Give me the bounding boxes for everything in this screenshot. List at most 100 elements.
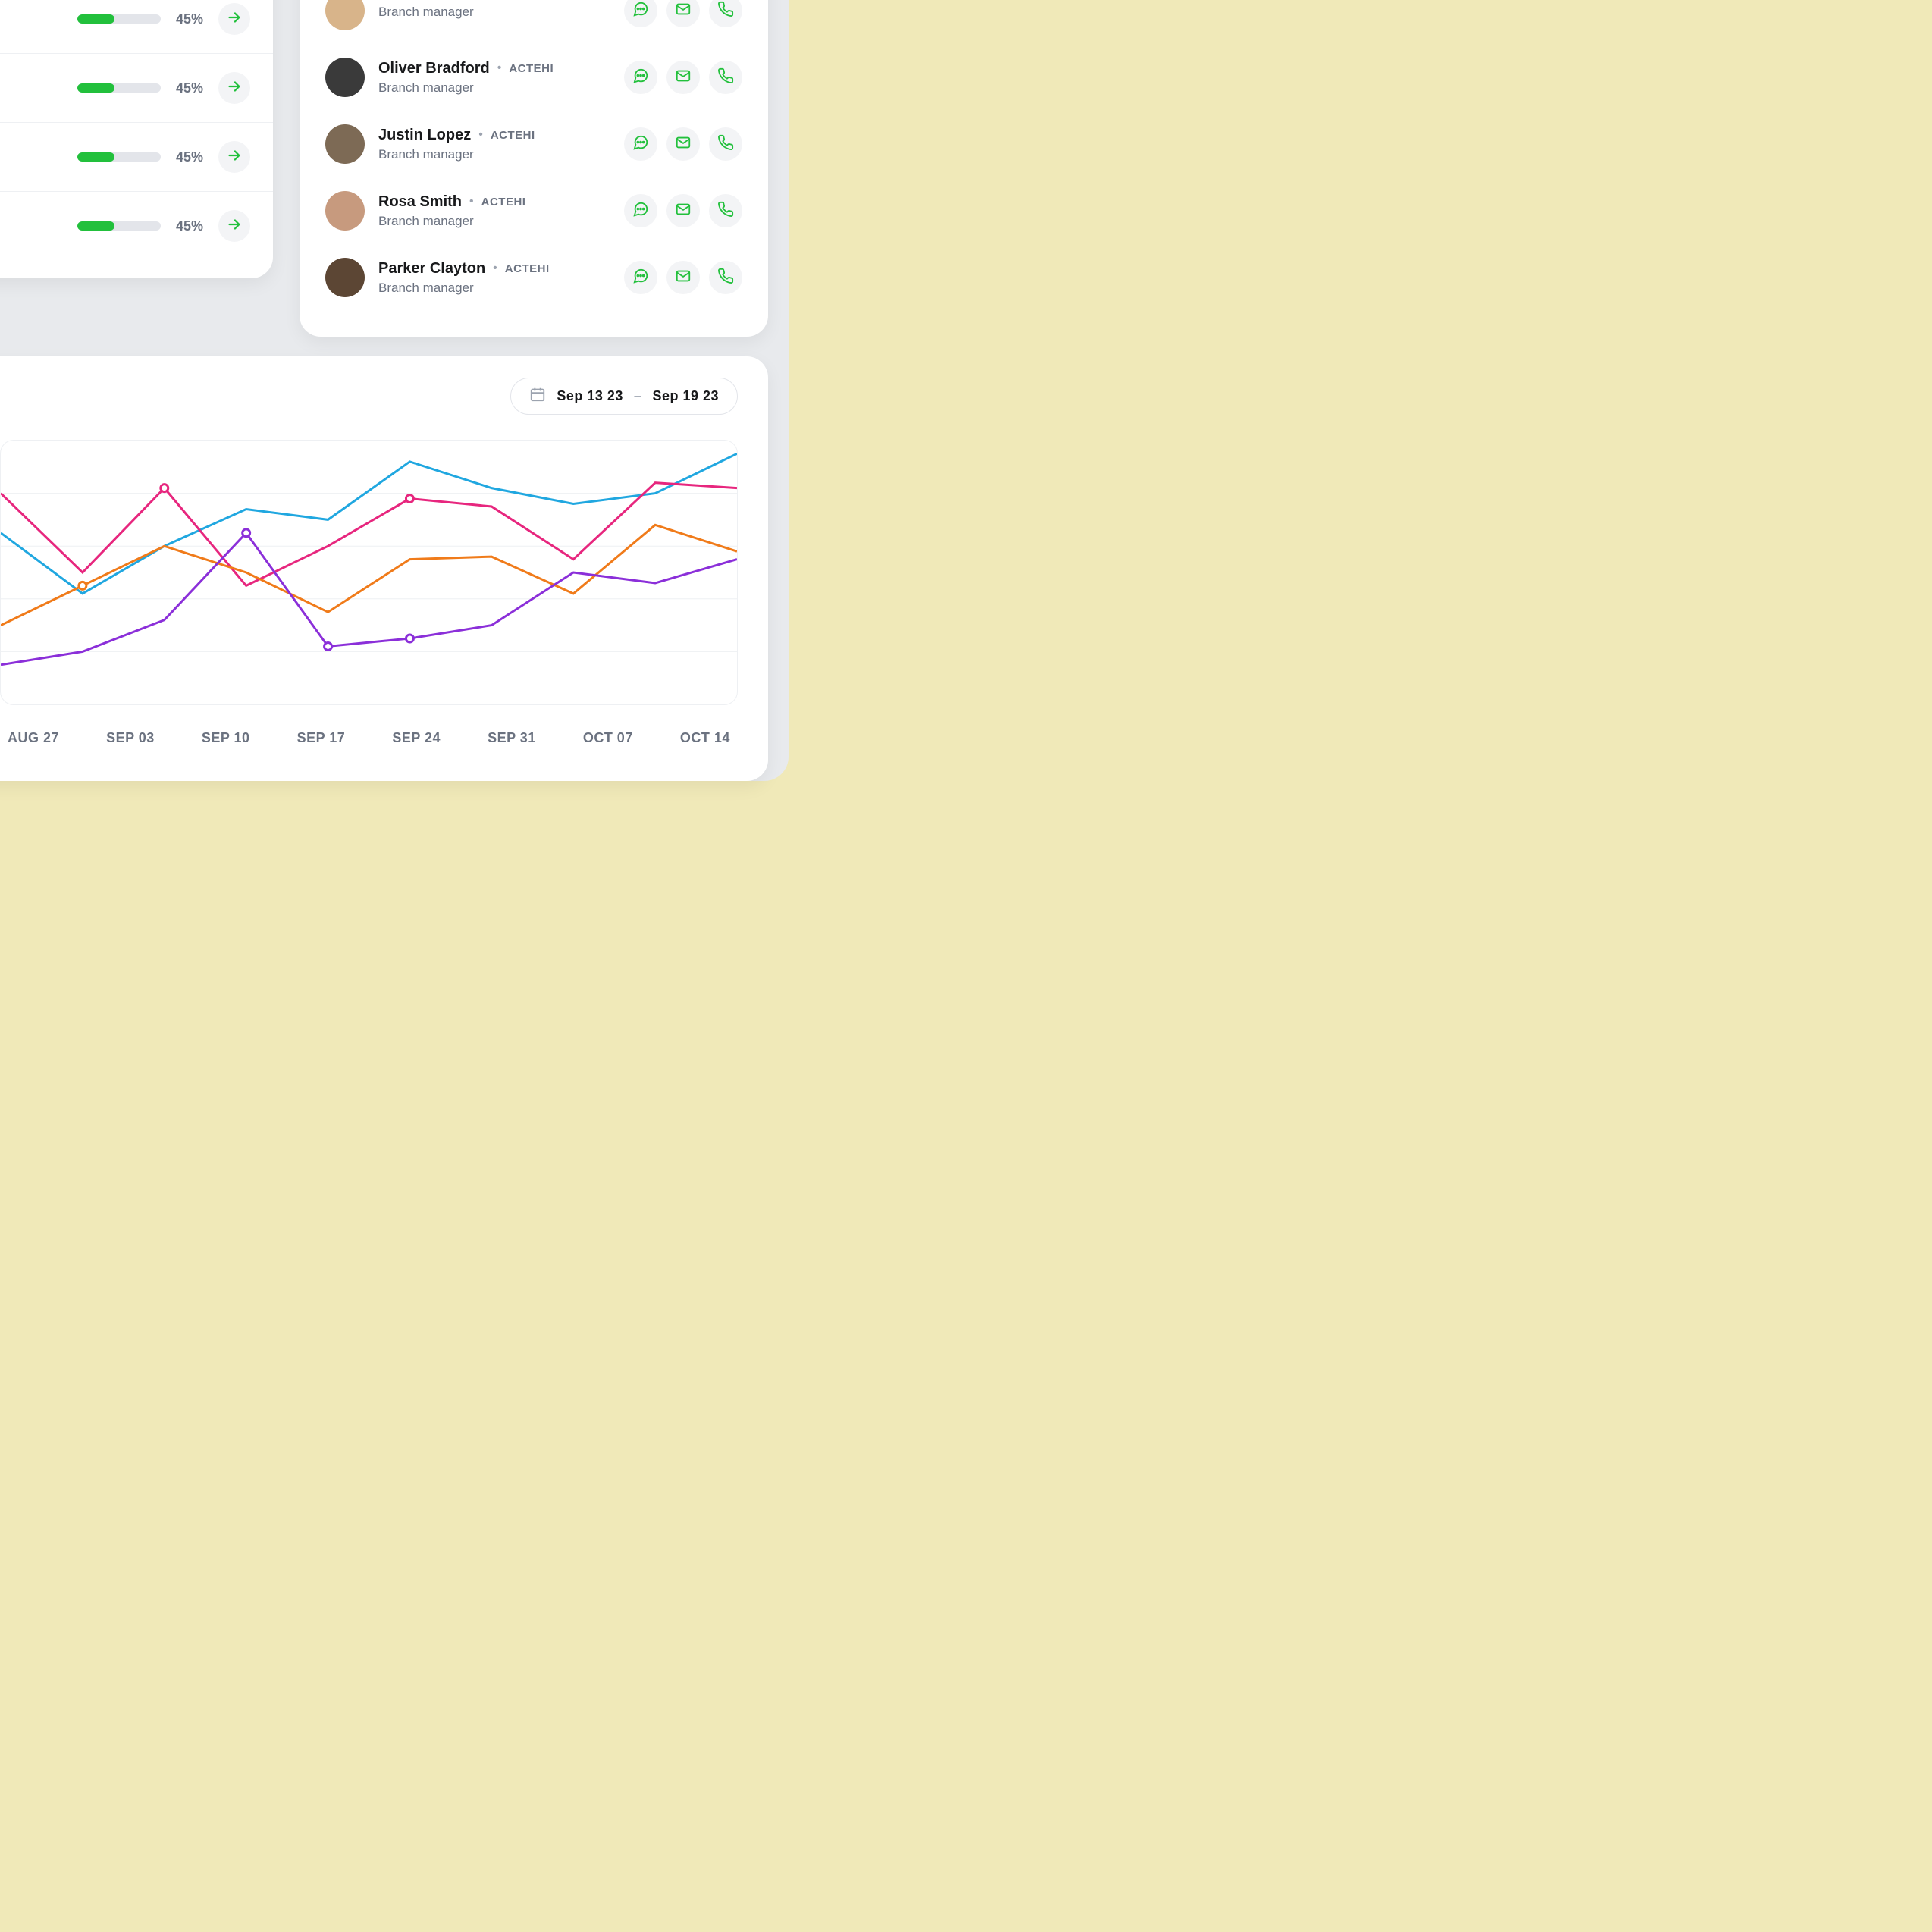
separator-dot: •: [493, 262, 497, 275]
contact-info: Justin Lopez • ACTEHI Branch manager: [378, 127, 610, 162]
phone-icon: [717, 67, 734, 88]
progress-percent: 45%: [176, 80, 203, 96]
mail-icon: [675, 1, 692, 21]
contacts-card: Branch manager Oliver Bradford•ACTEHI Br…: [300, 0, 768, 337]
chart-card: Sep 13 23 – Sep 19 23 AUG 27 SEP 03 SEP 10…: [0, 356, 768, 781]
mail-button[interactable]: [666, 194, 700, 227]
progress-row: 45%: [0, 192, 273, 260]
x-axis-label: AUG 27: [8, 730, 59, 746]
chat-button[interactable]: [624, 127, 657, 161]
x-axis-label: SEP 24: [392, 730, 441, 746]
date-to: Sep 19 23: [652, 388, 719, 404]
progress-arrow-button[interactable]: [218, 3, 250, 35]
chat-icon: [632, 1, 649, 21]
chat-button[interactable]: [624, 261, 657, 294]
x-axis-label: OCT 07: [583, 730, 633, 746]
progress-arrow-button[interactable]: [218, 72, 250, 104]
chart-x-axis: AUG 27SEP 03SEP 10SEP 17SEP 24SEP 31OCT …: [0, 730, 738, 746]
calendar-icon: [529, 386, 546, 406]
chat-icon: [632, 67, 649, 88]
avatar: [325, 191, 365, 231]
phone-button[interactable]: [709, 127, 742, 161]
chart-series-pink: [1, 483, 737, 586]
date-range-picker[interactable]: Sep 13 23 – Sep 19 23: [510, 378, 738, 415]
contact-role: Branch manager: [378, 214, 610, 229]
contact-row: Branch manager: [325, 0, 742, 44]
contact-name: Parker Clayton: [378, 260, 485, 278]
contact-tag: ACTEHI: [509, 62, 554, 75]
chart-series-orange: [1, 525, 737, 625]
arrow-right-icon: [226, 78, 243, 99]
avatar: [325, 124, 365, 164]
progress-bar: [77, 83, 161, 93]
mail-icon: [675, 134, 692, 155]
date-dash: –: [634, 388, 642, 404]
progress-bar: [77, 14, 161, 24]
contact-name: Rosa Smith: [378, 193, 462, 211]
progress-row: 45%: [0, 123, 273, 192]
contact-row: Justin Lopez • ACTEHI Branch manager: [325, 111, 742, 177]
progress-card: 45% 45% 45% 45%: [0, 0, 273, 278]
x-axis-label: OCT 14: [680, 730, 730, 746]
contact-row: Rosa Smith • ACTEHI Branch manager: [325, 177, 742, 244]
chart-marker: [79, 582, 86, 589]
mail-button[interactable]: [666, 261, 700, 294]
contact-name: Oliver Bradford: [378, 60, 490, 77]
chart-plot-area: [0, 440, 738, 705]
contact-role: Branch manager: [378, 281, 610, 296]
mail-button[interactable]: [666, 61, 700, 94]
separator-dot: •: [469, 195, 474, 209]
contact-row: Parker Clayton • ACTEHI Branch manager: [325, 244, 742, 311]
chart-marker: [243, 529, 250, 537]
mail-icon: [675, 268, 692, 288]
chat-button[interactable]: [624, 61, 657, 94]
contact-name: Justin Lopez: [378, 127, 471, 144]
arrow-right-icon: [226, 147, 243, 168]
contact-tag: ACTEHI: [481, 196, 526, 209]
mail-button[interactable]: [666, 127, 700, 161]
contact-info: Branch manager: [378, 2, 610, 20]
avatar: [325, 58, 365, 97]
phone-icon: [717, 1, 734, 21]
avatar: [325, 0, 365, 30]
x-axis-label: SEP 03: [106, 730, 155, 746]
arrow-right-icon: [226, 216, 243, 237]
progress-percent: 45%: [176, 149, 203, 165]
phone-icon: [717, 268, 734, 288]
chat-icon: [632, 134, 649, 155]
progress-row: 45%: [0, 54, 273, 123]
avatar: [325, 258, 365, 297]
contact-info: Parker Clayton • ACTEHI Branch manager: [378, 260, 610, 296]
phone-button[interactable]: [709, 261, 742, 294]
progress-percent: 45%: [176, 11, 203, 27]
arrow-right-icon: [226, 9, 243, 30]
chat-button[interactable]: [624, 194, 657, 227]
separator-dot: •: [478, 128, 483, 142]
chart-marker: [161, 485, 168, 492]
phone-button[interactable]: [709, 0, 742, 27]
progress-arrow-button[interactable]: [218, 141, 250, 173]
progress-arrow-button[interactable]: [218, 210, 250, 242]
x-axis-label: SEP 10: [202, 730, 250, 746]
contact-role: Branch manager: [378, 80, 610, 96]
contact-role: Branch manager: [378, 5, 610, 20]
progress-percent: 45%: [176, 218, 203, 234]
contact-role: Branch manager: [378, 147, 610, 162]
chart-marker: [406, 495, 413, 503]
progress-bar: [77, 152, 161, 162]
phone-button[interactable]: [709, 194, 742, 227]
chart-marker: [325, 642, 332, 650]
mail-icon: [675, 67, 692, 88]
contact-tag: ACTEHI: [491, 129, 535, 142]
x-axis-label: SEP 17: [297, 730, 346, 746]
phone-button[interactable]: [709, 61, 742, 94]
progress-bar: [77, 221, 161, 231]
chat-icon: [632, 201, 649, 221]
contact-info: Rosa Smith • ACTEHI Branch manager: [378, 193, 610, 229]
chat-button[interactable]: [624, 0, 657, 27]
mail-button[interactable]: [666, 0, 700, 27]
contact-tag: ACTEHI: [505, 262, 550, 275]
mail-icon: [675, 201, 692, 221]
chart-marker: [406, 635, 413, 642]
contact-row: Oliver Bradford•ACTEHI Branch manager: [325, 44, 742, 111]
